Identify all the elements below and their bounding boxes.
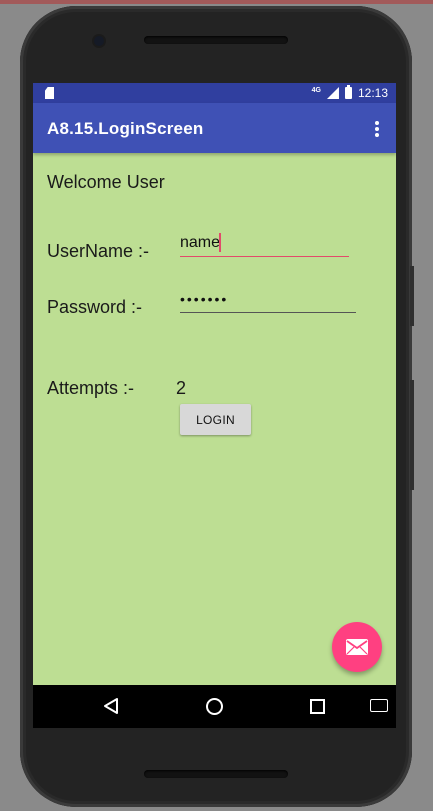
status-bar: 4G 12:13 bbox=[33, 83, 396, 103]
home-icon[interactable] bbox=[206, 698, 223, 715]
password-input[interactable] bbox=[180, 288, 356, 313]
earpiece-speaker bbox=[144, 36, 288, 44]
sd-card-icon bbox=[45, 87, 54, 99]
back-icon[interactable] bbox=[103, 697, 119, 715]
username-label: UserName :- bbox=[47, 241, 150, 261]
phone-screen: 4G 12:13 A8.15.LoginScreen Welcome User … bbox=[33, 83, 396, 728]
login-button[interactable]: LOGIN bbox=[180, 404, 251, 435]
welcome-text: Welcome User bbox=[47, 172, 165, 192]
username-input[interactable] bbox=[180, 232, 349, 257]
email-fab-button[interactable] bbox=[332, 622, 382, 672]
volume-button bbox=[410, 380, 414, 490]
power-button bbox=[410, 266, 414, 326]
status-icons: 4G 12:13 bbox=[311, 85, 388, 100]
recents-icon[interactable] bbox=[310, 699, 325, 714]
window-top-strip bbox=[0, 0, 433, 4]
navigation-bar bbox=[33, 685, 396, 728]
attempts-label: Attempts :- bbox=[47, 378, 135, 398]
overflow-menu-icon[interactable] bbox=[370, 121, 384, 137]
network-type-icon: 4G bbox=[311, 86, 321, 94]
email-icon bbox=[346, 639, 368, 655]
password-label: Password :- bbox=[47, 297, 143, 317]
battery-icon bbox=[344, 85, 352, 99]
bottom-speaker bbox=[144, 770, 288, 778]
app-title: A8.15.LoginScreen bbox=[47, 119, 204, 138]
keyboard-icon[interactable] bbox=[370, 699, 388, 712]
status-time: 12:13 bbox=[357, 86, 388, 100]
signal-icon bbox=[326, 87, 339, 99]
front-camera bbox=[94, 36, 104, 46]
attempts-value: 2 bbox=[176, 378, 187, 398]
app-bar: A8.15.LoginScreen bbox=[33, 103, 396, 153]
text-cursor bbox=[219, 233, 221, 252]
